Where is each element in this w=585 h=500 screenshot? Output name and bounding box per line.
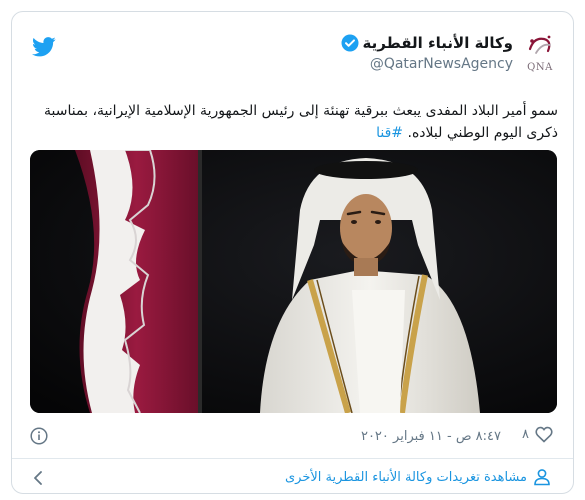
avatar[interactable]: QNA [521, 31, 559, 77]
tweet-header: وكالة الأنباء القطرية @QatarNewsAgency Q… [12, 12, 573, 92]
person-icon [534, 469, 550, 486]
heart-icon [535, 426, 553, 443]
tweet-footer: مشاهدة تغريدات وكالة الأنباء القطرية الأ… [12, 459, 573, 493]
tweet-text: سمو أمير البلاد المفدى يبعث ببرقية تهنئة… [32, 100, 558, 144]
author-name[interactable]: وكالة الأنباء القطرية [363, 34, 513, 52]
info-icon[interactable] [30, 427, 48, 445]
tweet-photo[interactable] [30, 150, 557, 413]
tweet-body: سمو أمير البلاد المفدى يبعث ببرقية تهنئة… [44, 103, 558, 141]
author-block[interactable]: وكالة الأنباء القطرية @QatarNewsAgency [341, 34, 513, 72]
photo-image [30, 150, 557, 413]
more-tweets-label[interactable]: مشاهدة تغريدات وكالة الأنباء القطرية الأ… [285, 470, 527, 485]
tweet-meta: ٨ ٨:٤٧ ص - ١١ فبراير ٢٠٢٠ [12, 420, 573, 456]
hashtag-link[interactable]: #قنا [376, 125, 403, 141]
more-tweets-link[interactable]: مشاهدة تغريدات وكالة الأنباء القطرية الأ… [285, 468, 551, 486]
qna-logo-icon [528, 35, 551, 54]
avatar-text: QNA [527, 62, 553, 73]
tweet-timestamp[interactable]: ٨:٤٧ ص - ١١ فبراير ٢٠٢٠ [361, 429, 501, 444]
like-count: ٨ [522, 427, 529, 442]
like-button[interactable]: ٨ [522, 426, 553, 443]
twitter-icon[interactable] [32, 37, 56, 57]
tweet-card[interactable]: وكالة الأنباء القطرية @QatarNewsAgency Q… [11, 11, 574, 494]
author-handle[interactable]: @QatarNewsAgency [341, 56, 513, 72]
verified-icon [341, 34, 359, 52]
chevron-left-icon[interactable] [33, 471, 43, 485]
